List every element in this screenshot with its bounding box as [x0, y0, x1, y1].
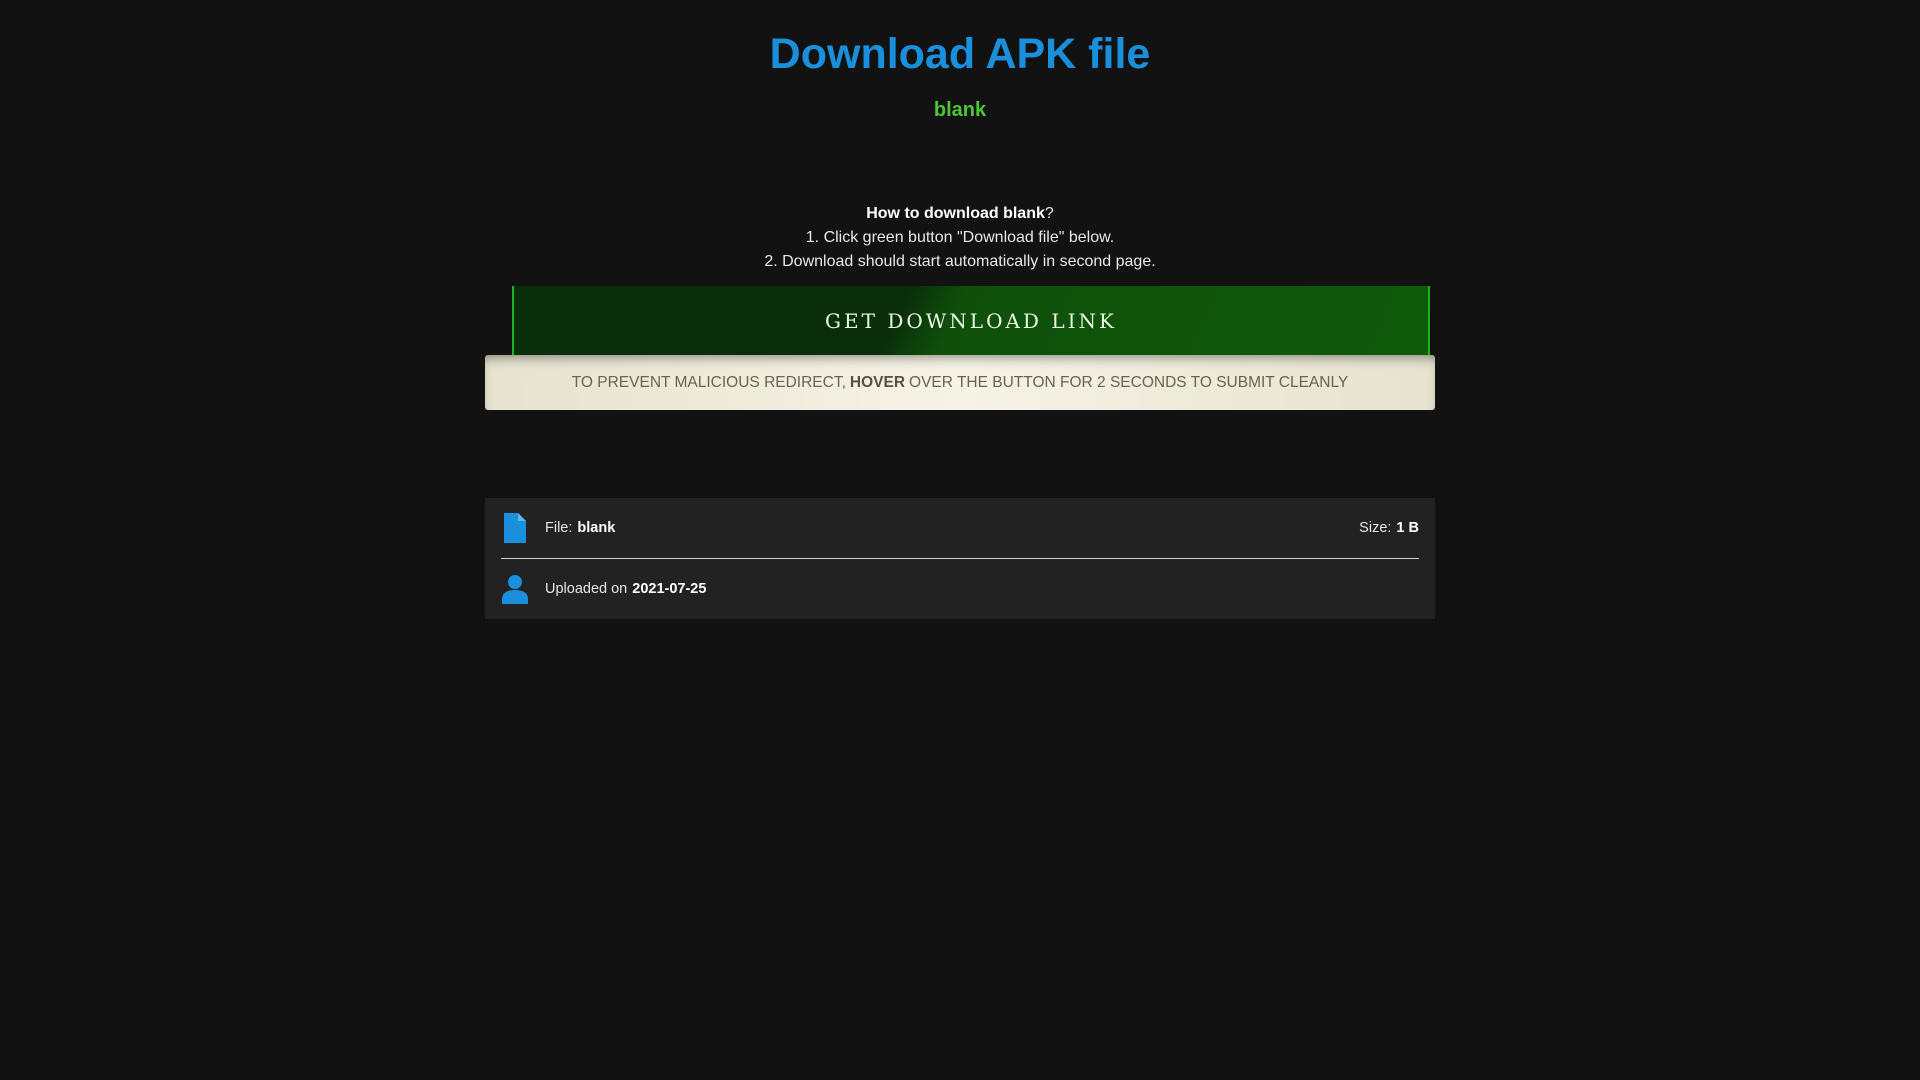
page: Download APK file blank How to download … [0, 0, 1920, 1080]
instructions-step-2: 2. Download should start automatically i… [764, 253, 1156, 270]
download-button-label: GET DOWNLOAD LINK [825, 308, 1117, 333]
notice-suffix: OVER THE BUTTON FOR 2 SECONDS TO SUBMIT … [909, 373, 1349, 391]
file-label: File: [545, 520, 573, 536]
instructions-heading: How to download blank? [0, 202, 1920, 226]
page-title: Download APK file [769, 30, 1151, 78]
instructions-step-1: 1. Click green button "Download file" be… [805, 229, 1115, 246]
app-name: blank [933, 99, 987, 121]
instructions-heading-suffix: ? [1044, 205, 1054, 222]
instructions-heading-bold: How to download blank [866, 205, 1045, 222]
uploaded-label: Uploaded on [545, 581, 628, 597]
notice-prefix: TO PREVENT MALICIOUS REDIRECT, [571, 373, 846, 391]
size-label: Size: [1359, 520, 1392, 536]
size-info: Size: 1 B [1359, 520, 1419, 536]
notice-emphasis: HOVER [849, 373, 906, 391]
size-value: 1 B [1396, 520, 1419, 536]
file-name: blank [577, 520, 616, 536]
file-row: File: blank Size: 1 B [501, 498, 1419, 559]
file-info-panel: File: blank Size: 1 B Uploaded on 2021-07… [485, 498, 1435, 619]
file-icon [501, 513, 529, 543]
get-download-link-button[interactable]: GET DOWNLOAD LINK [512, 286, 1430, 355]
user-icon [501, 574, 529, 604]
redirect-notice: TO PREVENT MALICIOUS REDIRECT, HOVER OVE… [485, 355, 1435, 410]
instructions: How to download blank? 1. Click green bu… [0, 202, 1920, 274]
uploaded-date: 2021-07-25 [632, 581, 707, 597]
upload-row: Uploaded on 2021-07-25 [501, 559, 1419, 619]
